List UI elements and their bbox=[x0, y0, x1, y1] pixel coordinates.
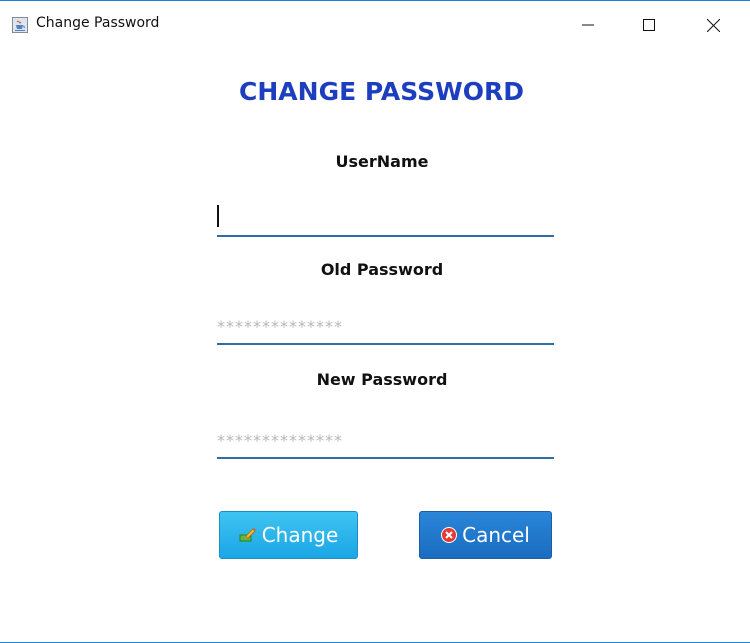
key-pencil-icon bbox=[239, 527, 257, 543]
username-input[interactable] bbox=[217, 201, 554, 235]
minimize-icon bbox=[582, 24, 594, 26]
change-button-label: Change bbox=[261, 523, 339, 547]
old-password-field-wrapper bbox=[217, 309, 554, 345]
maximize-button[interactable] bbox=[626, 1, 672, 49]
username-label: UserName bbox=[335, 152, 429, 171]
username-field-wrapper bbox=[217, 201, 554, 237]
close-button[interactable] bbox=[690, 1, 736, 49]
close-circle-icon bbox=[441, 527, 458, 543]
change-password-window: Change Password CHANGE PASSWORD UserName… bbox=[0, 0, 750, 643]
new-password-field-wrapper bbox=[217, 423, 554, 459]
maximize-icon bbox=[643, 19, 655, 31]
cancel-button-label: Cancel bbox=[462, 523, 530, 547]
text-caret bbox=[217, 205, 219, 227]
old-password-label: Old Password bbox=[320, 260, 444, 279]
minimize-button[interactable] bbox=[565, 1, 611, 49]
new-password-label: New Password bbox=[316, 370, 448, 389]
change-button[interactable]: Change bbox=[219, 511, 358, 559]
cancel-button[interactable]: Cancel bbox=[419, 511, 552, 559]
window-title: Change Password bbox=[36, 15, 160, 31]
page-title: CHANGE PASSWORD bbox=[239, 77, 524, 106]
title-bar[interactable]: Change Password bbox=[0, 1, 750, 49]
new-password-input[interactable] bbox=[217, 423, 554, 457]
old-password-input[interactable] bbox=[217, 309, 554, 343]
close-icon bbox=[706, 18, 720, 32]
java-cup-icon bbox=[12, 17, 28, 33]
